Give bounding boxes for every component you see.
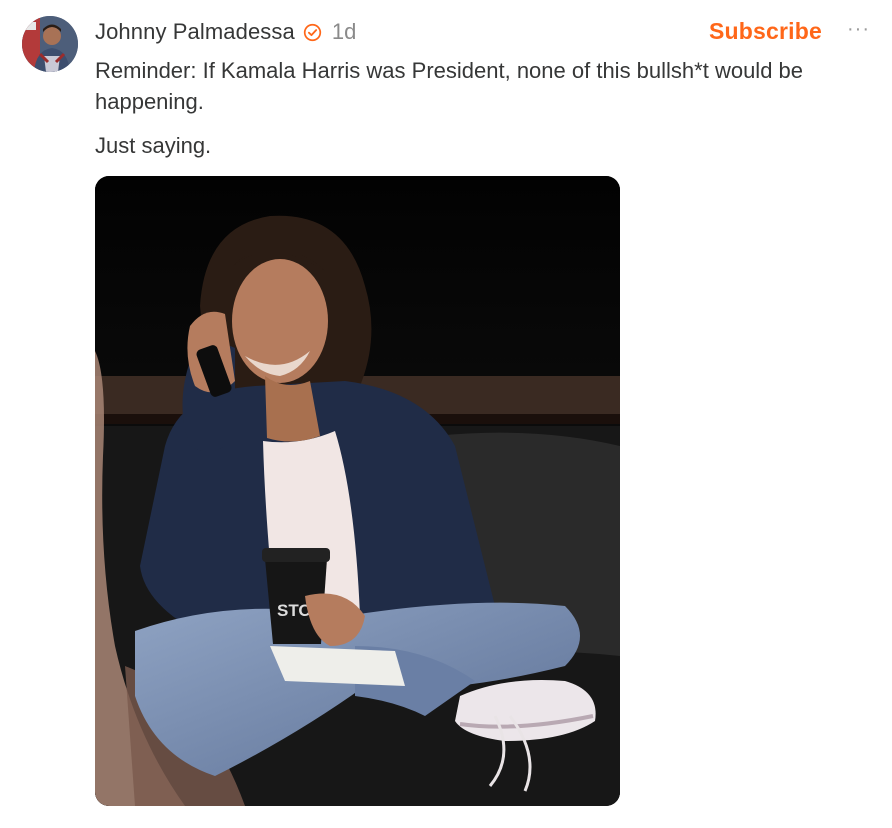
post-timestamp[interactable]: 1d <box>332 19 356 45</box>
post-paragraph: Just saying. <box>95 133 212 158</box>
author-name[interactable]: Johnny Palmadessa <box>95 19 295 45</box>
more-options-icon[interactable]: ··· <box>847 19 870 39</box>
post-paragraph: Reminder: If Kamala Harris was President… <box>95 58 804 114</box>
subscribe-button[interactable]: Subscribe <box>709 18 822 45</box>
author-avatar[interactable] <box>22 16 78 72</box>
post-image[interactable]: STO <box>95 176 620 806</box>
verified-badge-icon <box>303 23 322 42</box>
post-body: Reminder: If Kamala Harris was President… <box>95 55 875 161</box>
post-header: Johnny Palmadessa 1d Subscribe ··· <box>95 18 872 46</box>
